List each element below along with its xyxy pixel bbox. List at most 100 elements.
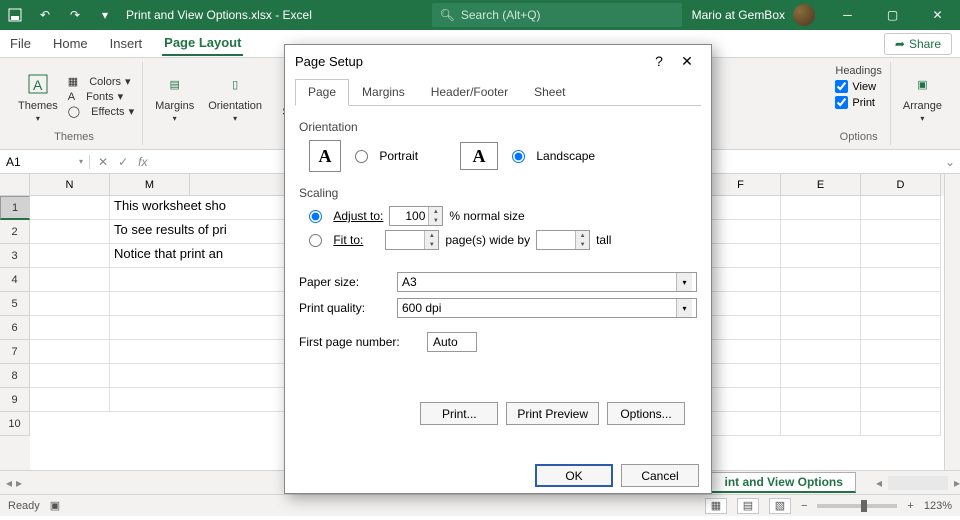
paper-size-label: Paper size: — [299, 275, 389, 289]
cancel-button[interactable]: Cancel — [621, 464, 699, 487]
col-header[interactable]: D — [861, 174, 941, 196]
colors-button[interactable]: ▦ Colors ▾ — [68, 75, 134, 88]
dialog-tabs: Page Margins Header/Footer Sheet — [295, 79, 701, 106]
user-name: Mario at GemBox — [692, 8, 785, 22]
row-header[interactable]: 2 — [0, 220, 30, 244]
titlebar: ↶ ↷ ▾ Print and View Options.xlsx - Exce… — [0, 0, 960, 30]
tab-page-layout[interactable]: Page Layout — [162, 31, 243, 56]
status-ready: Ready — [8, 500, 40, 512]
print-button[interactable]: Print... — [420, 402, 498, 425]
col-header[interactable]: F — [701, 174, 781, 196]
minimize-button[interactable]: ─ — [825, 0, 870, 30]
themes-icon: A — [24, 70, 52, 98]
headings-view-check[interactable]: View — [835, 80, 876, 93]
col-header[interactable]: E — [781, 174, 861, 196]
horizontal-scrollbar[interactable] — [888, 476, 948, 490]
orientation-label: Orientation — [299, 120, 697, 134]
zoom-slider[interactable] — [817, 504, 897, 508]
user-area[interactable]: Mario at GemBox — [682, 4, 825, 26]
fonts-button[interactable]: A Fonts ▾ — [68, 90, 134, 103]
close-button[interactable]: ✕ — [915, 0, 960, 30]
effects-icon: ◯ — [68, 105, 80, 118]
col-header[interactable]: N — [30, 174, 110, 196]
print-quality-select[interactable]: 600 dpi▾ — [397, 298, 697, 318]
window-title: Print and View Options.xlsx - Excel — [120, 8, 432, 22]
themes-button[interactable]: A Themes ▾ — [14, 68, 62, 125]
dialog-title: Page Setup — [295, 54, 363, 69]
svg-text:A: A — [33, 77, 43, 93]
zoom-out-icon[interactable]: − — [801, 500, 807, 512]
row-header[interactable]: 1 — [0, 196, 30, 220]
sheet-scroll-left-icon[interactable]: ◂ — [876, 476, 882, 490]
name-box[interactable]: A1▾ — [0, 155, 90, 169]
undo-icon[interactable]: ↶ — [30, 0, 60, 30]
effects-button[interactable]: ◯ Effects ▾ — [68, 105, 134, 118]
macro-icon[interactable]: ▣ — [50, 499, 60, 512]
vertical-scrollbar[interactable] — [944, 174, 960, 470]
orientation-button[interactable]: ▯Orientation▾ — [204, 68, 266, 125]
adjust-value-spinner[interactable]: ▲▼ — [389, 206, 443, 226]
row-header[interactable]: 10 — [0, 412, 30, 436]
portrait-icon: A — [309, 140, 341, 172]
dlg-tab-header-footer[interactable]: Header/Footer — [418, 79, 521, 105]
margins-button[interactable]: ▤Margins▾ — [151, 68, 198, 125]
tab-insert[interactable]: Insert — [108, 32, 145, 55]
scaling-label: Scaling — [299, 186, 697, 200]
avatar — [793, 4, 815, 26]
search-icon: 🔍︎ — [440, 8, 455, 22]
sheet-nav-prev-icon[interactable]: ◂ — [6, 476, 12, 490]
margins-icon: ▤ — [161, 70, 189, 98]
portrait-radio[interactable]: Portrait — [355, 149, 418, 163]
chevron-down-icon: ▾ — [676, 273, 692, 291]
maximize-button[interactable]: ▢ — [870, 0, 915, 30]
row-header[interactable]: 7 — [0, 340, 30, 364]
print-quality-label: Print quality: — [299, 301, 389, 315]
view-normal-icon[interactable]: ▦ — [705, 498, 727, 514]
first-page-input[interactable]: Auto — [427, 332, 477, 352]
share-button[interactable]: ➦ Share — [884, 33, 952, 55]
row-header[interactable]: 6 — [0, 316, 30, 340]
adjust-to-radio[interactable]: Adjust to: — [309, 209, 383, 223]
row-header[interactable]: 9 — [0, 388, 30, 412]
tab-file[interactable]: File — [8, 32, 33, 55]
sheet-scroll-right-icon[interactable]: ▸ — [954, 476, 960, 490]
view-break-icon[interactable]: ▧ — [769, 498, 791, 514]
view-layout-icon[interactable]: ▤ — [737, 498, 759, 514]
landscape-radio[interactable]: Landscape — [512, 149, 595, 163]
dlg-tab-sheet[interactable]: Sheet — [521, 79, 578, 105]
fit-wide-spinner[interactable]: ▲▼ — [385, 230, 439, 250]
share-label: Share — [909, 37, 941, 51]
dialog-close-icon[interactable]: ✕ — [673, 53, 701, 70]
select-all-corner[interactable] — [0, 174, 30, 196]
row-header[interactable]: 8 — [0, 364, 30, 388]
expand-fbar-icon[interactable]: ⌄ — [940, 155, 960, 169]
row-header[interactable]: 4 — [0, 268, 30, 292]
cancel-fx-icon[interactable]: ✕ — [98, 155, 108, 169]
save-icon[interactable] — [0, 0, 30, 30]
qat-dropdown-icon[interactable]: ▾ — [90, 0, 120, 30]
print-preview-button[interactable]: Print Preview — [506, 402, 599, 425]
adjust-suffix: % normal size — [449, 209, 524, 223]
redo-icon[interactable]: ↷ — [60, 0, 90, 30]
fx-icon[interactable]: fx — [138, 155, 147, 169]
dlg-tab-page[interactable]: Page — [295, 79, 349, 106]
enter-fx-icon[interactable]: ✓ — [118, 155, 128, 169]
chevron-down-icon: ▾ — [79, 157, 83, 166]
fit-to-radio[interactable]: Fit to: — [309, 233, 363, 247]
options-button[interactable]: Options... — [607, 402, 685, 425]
zoom-in-icon[interactable]: + — [907, 500, 913, 512]
dialog-help-icon[interactable]: ? — [645, 53, 673, 69]
sheet-tab[interactable]: int and View Options — [711, 472, 855, 493]
dlg-tab-margins[interactable]: Margins — [349, 79, 418, 105]
row-header[interactable]: 5 — [0, 292, 30, 316]
fit-tall-spinner[interactable]: ▲▼ — [536, 230, 590, 250]
tab-home[interactable]: Home — [51, 32, 90, 55]
headings-print-check[interactable]: Print — [835, 96, 875, 109]
paper-size-select[interactable]: A3▾ — [397, 272, 697, 292]
col-header[interactable]: M — [110, 174, 190, 196]
sheet-nav-next-icon[interactable]: ▸ — [16, 476, 22, 490]
row-header[interactable]: 3 — [0, 244, 30, 268]
ok-button[interactable]: OK — [535, 464, 613, 487]
search-box[interactable]: 🔍︎ Search (Alt+Q) — [432, 3, 682, 27]
arrange-button[interactable]: ▣Arrange▾ — [899, 68, 946, 125]
